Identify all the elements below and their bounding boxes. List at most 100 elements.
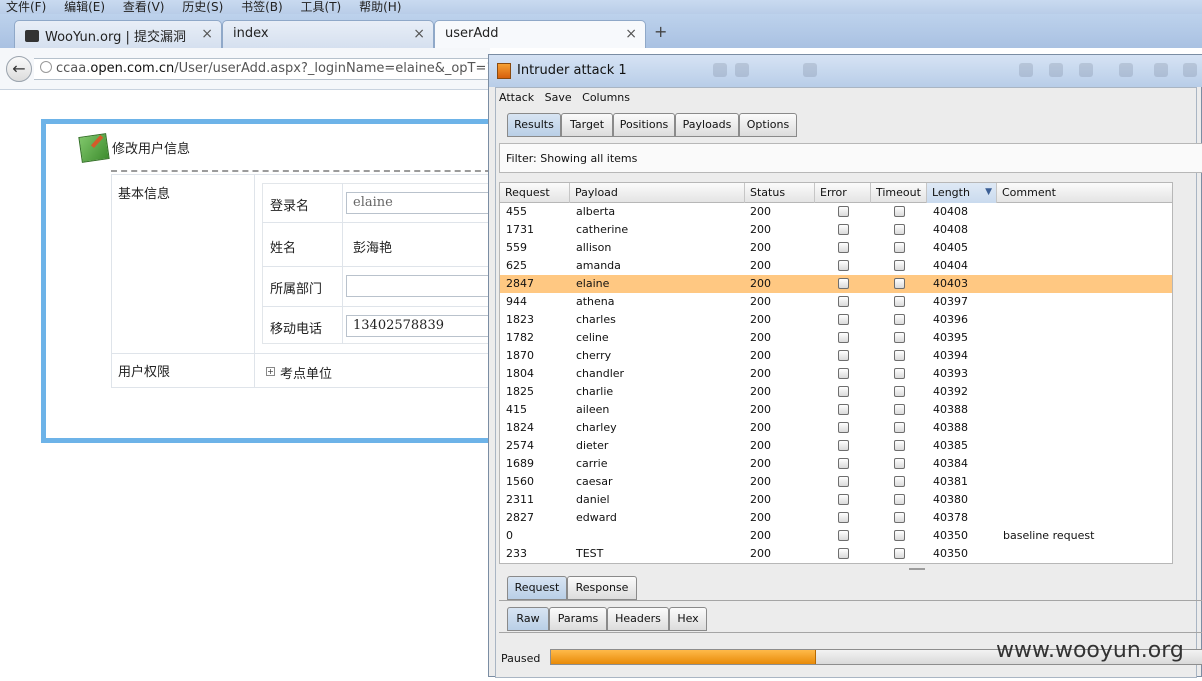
tree-expand-plus-icon[interactable]: + (266, 367, 275, 376)
mobile-phone-input[interactable]: 13402578839 (346, 315, 491, 337)
col-header-request[interactable]: Request (500, 183, 570, 203)
tab-headers[interactable]: Headers (607, 607, 669, 631)
close-icon[interactable]: × (413, 26, 425, 42)
table-row[interactable]: 233 TEST 200 40350 (500, 545, 1172, 563)
timeout-checkbox[interactable] (894, 458, 905, 469)
error-checkbox[interactable] (838, 476, 849, 487)
close-icon[interactable]: × (625, 26, 637, 42)
menu-columns[interactable]: Columns (582, 91, 630, 104)
table-row[interactable]: 2827 edward 200 40378 (500, 509, 1172, 527)
col-header-length[interactable]: Length ▼ (927, 183, 997, 203)
menu-edit[interactable]: 编辑(E) (64, 1, 105, 13)
table-row[interactable]: 944 athena 200 40397 (500, 293, 1172, 311)
table-row[interactable]: 2847 elaine 200 40403 (500, 275, 1172, 293)
timeout-checkbox[interactable] (894, 332, 905, 343)
table-row[interactable]: 1825 charlie 200 40392 (500, 383, 1172, 401)
timeout-checkbox[interactable] (894, 476, 905, 487)
table-row[interactable]: 625 amanda 200 40404 (500, 257, 1172, 275)
tab-payloads[interactable]: Payloads (675, 113, 739, 137)
timeout-checkbox[interactable] (894, 296, 905, 307)
table-row[interactable]: 1804 chandler 200 40393 (500, 365, 1172, 383)
col-header-comment[interactable]: Comment (997, 183, 1172, 203)
table-row[interactable]: 2311 daniel 200 40380 (500, 491, 1172, 509)
timeout-checkbox[interactable] (894, 548, 905, 559)
col-header-payload[interactable]: Payload (570, 183, 745, 203)
menu-file[interactable]: 文件(F) (6, 1, 46, 13)
menu-history[interactable]: 历史(S) (182, 1, 223, 13)
menu-tools[interactable]: 工具(T) (301, 1, 342, 13)
error-checkbox[interactable] (838, 314, 849, 325)
splitter-handle[interactable] (909, 568, 925, 570)
table-row[interactable]: 1560 caesar 200 40381 (500, 473, 1172, 491)
error-checkbox[interactable] (838, 296, 849, 307)
error-checkbox[interactable] (838, 422, 849, 433)
timeout-checkbox[interactable] (894, 224, 905, 235)
table-row[interactable]: 1731 catherine 200 40408 (500, 221, 1172, 239)
error-checkbox[interactable] (838, 494, 849, 505)
timeout-checkbox[interactable] (894, 512, 905, 523)
timeout-checkbox[interactable] (894, 404, 905, 415)
table-row[interactable]: 1823 charles 200 40396 (500, 311, 1172, 329)
tab-results[interactable]: Results (507, 113, 561, 137)
tab-request[interactable]: Request (507, 576, 567, 600)
timeout-checkbox[interactable] (894, 278, 905, 289)
menu-help[interactable]: 帮助(H) (359, 1, 401, 13)
error-checkbox[interactable] (838, 368, 849, 379)
col-header-status[interactable]: Status (745, 183, 815, 203)
error-checkbox[interactable] (838, 530, 849, 541)
error-checkbox[interactable] (838, 242, 849, 253)
timeout-checkbox[interactable] (894, 440, 905, 451)
menu-attack[interactable]: Attack (499, 91, 534, 104)
error-checkbox[interactable] (838, 458, 849, 469)
timeout-checkbox[interactable] (894, 530, 905, 541)
error-checkbox[interactable] (838, 224, 849, 235)
login-name-input[interactable]: elaine (346, 192, 491, 214)
table-row[interactable]: 415 aileen 200 40388 (500, 401, 1172, 419)
timeout-checkbox[interactable] (894, 350, 905, 361)
address-bar[interactable]: ccaa.open.com.cn/User/userAdd.aspx?_logi… (34, 58, 494, 80)
error-checkbox[interactable] (838, 332, 849, 343)
col-header-timeout[interactable]: Timeout (871, 183, 927, 203)
browser-tab-index[interactable]: index × (222, 20, 434, 48)
error-checkbox[interactable] (838, 512, 849, 523)
error-checkbox[interactable] (838, 260, 849, 271)
tab-hex[interactable]: Hex (669, 607, 707, 631)
menu-bookmarks[interactable]: 书签(B) (241, 1, 283, 13)
table-row[interactable]: 2574 dieter 200 40385 (500, 437, 1172, 455)
table-row[interactable]: 455 alberta 200 40408 (500, 203, 1172, 221)
tab-positions[interactable]: Positions (613, 113, 675, 137)
timeout-checkbox[interactable] (894, 314, 905, 325)
table-row[interactable]: 559 allison 200 40405 (500, 239, 1172, 257)
error-checkbox[interactable] (838, 278, 849, 289)
tab-response[interactable]: Response (567, 576, 637, 600)
timeout-checkbox[interactable] (894, 368, 905, 379)
col-header-error[interactable]: Error (815, 183, 871, 203)
tab-options[interactable]: Options (739, 113, 797, 137)
timeout-checkbox[interactable] (894, 260, 905, 271)
timeout-checkbox[interactable] (894, 386, 905, 397)
close-icon[interactable]: × (201, 26, 213, 42)
department-input[interactable] (346, 275, 491, 297)
results-filter-bar[interactable]: Filter: Showing all items (499, 143, 1202, 173)
table-row[interactable]: 0 200 40350 baseline request (500, 527, 1172, 545)
menu-save[interactable]: Save (545, 91, 572, 104)
error-checkbox[interactable] (838, 404, 849, 415)
table-row[interactable]: 1870 cherry 200 40394 (500, 347, 1172, 365)
error-checkbox[interactable] (838, 440, 849, 451)
back-arrow-icon[interactable]: ← (6, 56, 32, 82)
error-checkbox[interactable] (838, 206, 849, 217)
new-tab-plus-icon[interactable]: + (654, 22, 667, 41)
timeout-checkbox[interactable] (894, 494, 905, 505)
error-checkbox[interactable] (838, 386, 849, 397)
table-row[interactable]: 1782 celine 200 40395 (500, 329, 1172, 347)
timeout-checkbox[interactable] (894, 422, 905, 433)
error-checkbox[interactable] (838, 350, 849, 361)
menu-view[interactable]: 查看(V) (123, 1, 165, 13)
tab-params[interactable]: Params (549, 607, 607, 631)
tab-target[interactable]: Target (561, 113, 613, 137)
timeout-checkbox[interactable] (894, 206, 905, 217)
timeout-checkbox[interactable] (894, 242, 905, 253)
browser-tab-useradd[interactable]: userAdd × (434, 20, 646, 48)
browser-tab-wooyun[interactable]: WooYun.org | 提交漏洞 × (14, 20, 222, 48)
table-row[interactable]: 1824 charley 200 40388 (500, 419, 1172, 437)
